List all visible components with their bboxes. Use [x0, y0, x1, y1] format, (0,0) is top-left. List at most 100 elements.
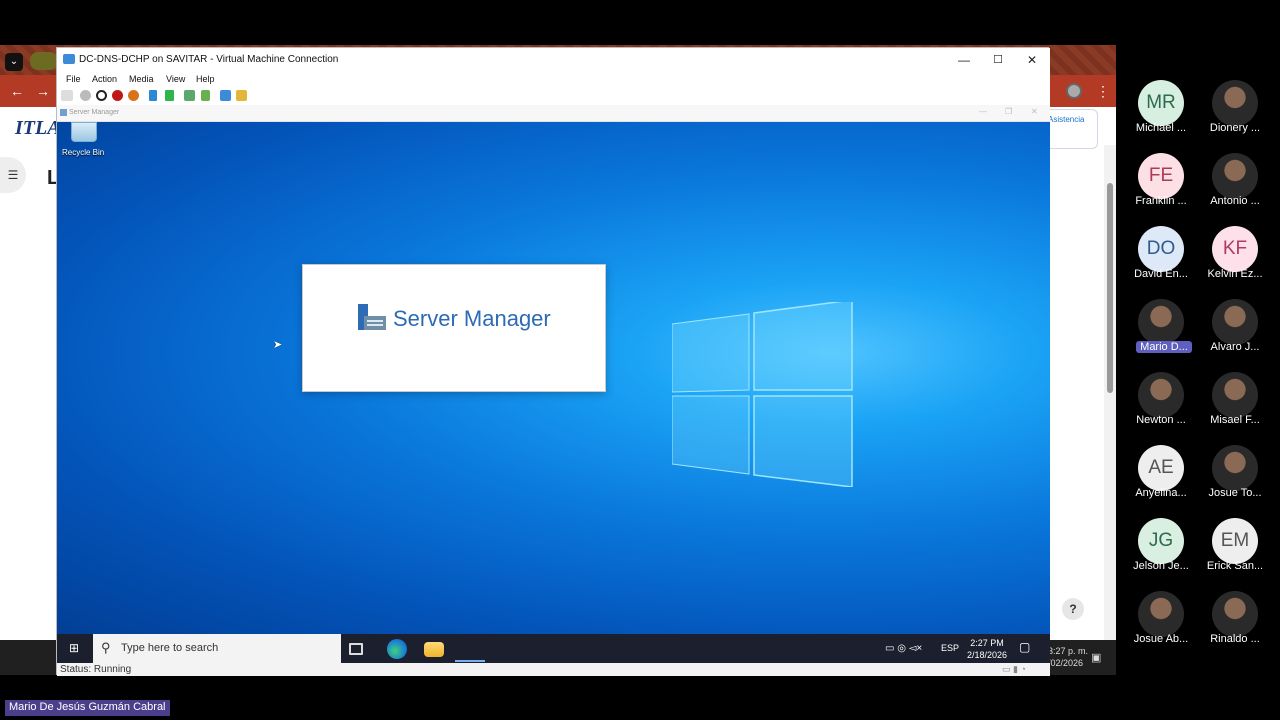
participant-avatar — [1212, 80, 1258, 126]
participant-name: Antonio ... — [1210, 195, 1260, 207]
menu-media[interactable]: Media — [129, 74, 154, 84]
recycle-bin-icon — [71, 122, 97, 142]
host-clock-time: 3:27 p. m. — [1048, 646, 1089, 656]
share-icon[interactable] — [236, 90, 247, 101]
asistencia-link[interactable]: Asistencia — [1046, 109, 1098, 149]
splash-title: Server Manager — [393, 306, 551, 331]
participant-tile[interactable]: Dionery ... — [1198, 70, 1272, 140]
participant-tile[interactable]: Josue Ab... — [1124, 581, 1198, 651]
menu-view[interactable]: View — [166, 74, 185, 84]
participant-name: Josue To... — [1208, 487, 1262, 499]
close-button[interactable]: ✕ — [1015, 51, 1049, 69]
participant-tile[interactable]: EM Erick San... — [1198, 508, 1272, 578]
minimize-button[interactable]: — — [947, 51, 981, 69]
revert-icon[interactable] — [201, 90, 210, 101]
server-manager-small-icon — [60, 109, 67, 116]
participant-name: David En... — [1134, 268, 1188, 280]
enhanced-session-icon[interactable] — [220, 90, 231, 101]
inner-minimize-button[interactable]: — — [979, 107, 987, 116]
taskbar-search-box[interactable]: ⚲ Type here to search — [93, 634, 341, 663]
participant-tile[interactable]: Misael F... — [1198, 362, 1272, 432]
asistencia-label: Asistencia — [1048, 115, 1085, 124]
system-tray-icons[interactable]: ▭ ◎ ◅× — [885, 643, 922, 654]
file-explorer-icon[interactable] — [424, 642, 444, 657]
participant-name: Dionery ... — [1209, 122, 1261, 134]
vm-title-bar: DC-DNS-DCHP on SAVITAR - Virtual Machine… — [57, 48, 1050, 72]
action-center-icon[interactable]: ▢ — [1019, 640, 1030, 654]
participant-avatar — [1212, 591, 1258, 637]
participant-avatar — [1138, 591, 1184, 637]
host-notification-icon[interactable]: ▣ — [1091, 651, 1101, 664]
menu-help[interactable]: Help — [196, 74, 215, 84]
start-icon[interactable] — [80, 90, 91, 101]
participant-tile[interactable]: AE Anyelina... — [1124, 435, 1198, 505]
status-bar-icons: ▭ ▮ ◔ — [1002, 664, 1026, 674]
edge-browser-icon[interactable] — [387, 639, 407, 659]
recycle-bin-label: Recycle Bin — [62, 148, 105, 157]
pause-icon[interactable] — [149, 90, 157, 101]
vm-toolbar — [57, 88, 1050, 105]
inner-close-button[interactable]: ✕ — [1031, 107, 1038, 116]
host-scrollbar[interactable] — [1104, 145, 1116, 675]
ctrl-alt-del-icon[interactable] — [61, 90, 73, 101]
help-button[interactable]: ? — [1062, 598, 1084, 620]
participant-avatar — [1138, 299, 1184, 345]
vm-clock-time: 2:27 PM — [970, 638, 1004, 648]
resume-icon[interactable] — [165, 90, 174, 101]
save-state-icon[interactable] — [128, 90, 139, 101]
vm-clock[interactable]: 2:27 PM 2/18/2026 — [967, 637, 1007, 661]
checkpoint-icon[interactable] — [184, 90, 195, 101]
participant-name: Mario D... — [1136, 341, 1192, 353]
participant-name: Jelson Je... — [1133, 560, 1189, 572]
participant-avatar: JG — [1138, 518, 1184, 564]
scrollbar-thumb[interactable] — [1107, 183, 1113, 393]
participant-tile[interactable]: Alvaro J... — [1198, 289, 1272, 359]
presenter-name-label: Mario De Jesús Guzmán Cabral — [5, 700, 170, 716]
inner-restore-button[interactable]: ❐ — [1005, 107, 1012, 116]
participant-tile[interactable]: KF Kelvin Ez... — [1198, 216, 1272, 286]
menu-file[interactable]: File — [66, 74, 81, 84]
windows-start-button[interactable]: ⊞ — [57, 634, 91, 663]
host-tab[interactable] — [30, 52, 58, 70]
back-arrow-icon[interactable]: ← — [10, 83, 24, 99]
input-language[interactable]: ESP — [941, 643, 959, 653]
host-clock: 3:27 p. m. /02/2026 — [1048, 645, 1088, 669]
inner-window-title: Server Manager — [69, 109, 120, 116]
vm-desktop: Recycle Bin Server Manager ➤ — [57, 122, 1050, 634]
search-icon: ⚲ — [101, 640, 111, 655]
vm-menu-bar: File Action Media View Help — [57, 72, 1050, 88]
participant-tile[interactable]: FE Franklin ... — [1124, 143, 1198, 213]
participant-tile[interactable]: MR Michael ... — [1124, 70, 1198, 140]
participant-name: Kelvin Ez... — [1207, 268, 1263, 280]
participant-tile[interactable]: Rinaldo ... — [1198, 581, 1272, 651]
participant-tile[interactable]: Mario D... — [1124, 289, 1198, 359]
participant-name: Newton ... — [1136, 414, 1186, 426]
participant-avatar: DO — [1138, 226, 1184, 272]
participant-tile[interactable]: JG Jelson Je... — [1124, 508, 1198, 578]
participant-tile[interactable]: Newton ... — [1124, 362, 1198, 432]
participant-tile[interactable]: Antonio ... — [1198, 143, 1272, 213]
search-placeholder: Type here to search — [121, 642, 219, 654]
shutdown-icon[interactable] — [112, 90, 123, 101]
vm-status-bar: Status: Running ▭ ▮ ◔ — [57, 663, 1050, 676]
browser-menu-icon[interactable]: ⋮ — [1096, 83, 1110, 100]
participant-avatar — [1212, 299, 1258, 345]
participant-avatar — [1212, 153, 1258, 199]
participant-name: Anyelina... — [1135, 487, 1187, 499]
participant-name: Misael F... — [1210, 414, 1260, 426]
participant-avatar: EM — [1212, 518, 1258, 564]
participant-name: Michael ... — [1135, 122, 1187, 134]
participant-avatar: FE — [1138, 153, 1184, 199]
vm-status-text: Status: Running — [60, 664, 132, 675]
menu-action[interactable]: Action — [92, 74, 117, 84]
sidebar-toggle-icon[interactable]: ☰ — [0, 157, 26, 193]
tab-list-button[interactable]: ⌄ — [5, 53, 23, 71]
forward-arrow-icon[interactable]: → — [36, 83, 50, 99]
participant-tile[interactable]: Josue To... — [1198, 435, 1272, 505]
task-view-icon[interactable] — [349, 643, 363, 655]
mouse-cursor-icon: ➤ — [273, 339, 283, 351]
participant-tile[interactable]: DO David En... — [1124, 216, 1198, 286]
maximize-button[interactable]: ☐ — [981, 51, 1015, 69]
turn-off-icon[interactable] — [96, 90, 107, 101]
profile-avatar[interactable] — [1066, 83, 1082, 99]
